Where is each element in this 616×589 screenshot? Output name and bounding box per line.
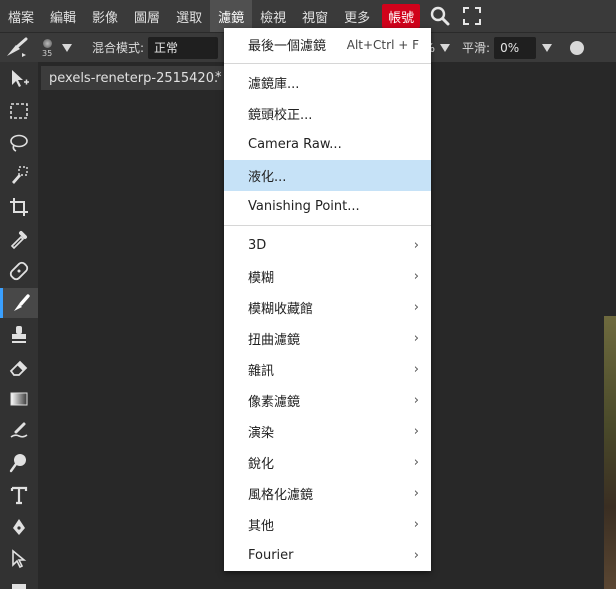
menu-item-label: 濾鏡庫...	[248, 77, 300, 92]
menu-item-label: 演染	[248, 426, 275, 441]
filter-dropdown-menu: 最後一個濾鏡 Alt+Ctrl + F 濾鏡庫... 鏡頭校正... Camer…	[224, 28, 431, 571]
chevron-right-icon: ›	[413, 548, 419, 563]
menu-item-vanishing-point[interactable]: Vanishing Point...	[224, 191, 431, 222]
document-title: pexels-reneterp-2515420.	[49, 70, 219, 86]
brush-dot	[43, 38, 52, 48]
submenu-blur[interactable]: 模糊 ›	[224, 261, 431, 292]
menu-item-label: 像素濾鏡	[248, 395, 301, 410]
chevron-right-icon: ›	[413, 455, 419, 470]
submenu-pixelate[interactable]: 像素濾鏡 ›	[224, 385, 431, 416]
eyedropper-tool-icon[interactable]	[0, 224, 38, 254]
last-filter-label: 最後一個濾鏡	[248, 39, 327, 54]
brush-preset-icon[interactable]	[0, 33, 34, 63]
submenu-render[interactable]: 演染 ›	[224, 416, 431, 447]
path-select-tool-icon[interactable]	[0, 544, 38, 574]
document-modified-marker: *	[215, 70, 222, 85]
submenu-stylize[interactable]: 風格化濾鏡 ›	[224, 478, 431, 509]
dodge-tool-icon[interactable]	[0, 448, 38, 478]
menu-item-lens-correction[interactable]: 鏡頭校正...	[224, 98, 431, 129]
menu-item-label: 模糊	[248, 271, 275, 286]
chevron-right-icon: ›	[413, 238, 419, 253]
settings-gear-icon[interactable]	[570, 40, 585, 55]
submenu-other[interactable]: 其他 ›	[224, 509, 431, 540]
menu-item-label: 鏡頭校正...	[248, 108, 313, 123]
shape-tool-icon[interactable]	[0, 574, 38, 589]
menu-item-label: 其他	[248, 519, 275, 534]
last-filter-shortcut: Alt+Ctrl + F	[346, 37, 419, 52]
menu-item-last-filter[interactable]: 最後一個濾鏡 Alt+Ctrl + F	[224, 29, 431, 60]
chevron-right-icon: ›	[413, 424, 419, 439]
menu-separator	[224, 63, 431, 64]
smoothing-field[interactable]: 0%	[494, 36, 537, 59]
menu-layer[interactable]: 圖層	[126, 0, 168, 32]
menu-select[interactable]: 選取	[168, 0, 210, 32]
opacity-dropdown-arrow[interactable]	[440, 43, 451, 52]
menu-image[interactable]: 影像	[84, 0, 126, 32]
menu-item-label: Camera Raw...	[248, 137, 342, 152]
submenu-fourier[interactable]: Fourier ›	[224, 540, 431, 571]
chevron-right-icon: ›	[413, 300, 419, 315]
blend-mode-label: 混合模式:	[92, 41, 145, 55]
submenu-blur-gallery[interactable]: 模糊收藏館 ›	[224, 292, 431, 323]
lasso-tool-icon[interactable]	[0, 128, 38, 158]
brush-size-preview[interactable]: 35	[34, 33, 62, 63]
brush-tool-icon[interactable]	[0, 288, 38, 318]
fullscreen-icon[interactable]	[456, 0, 488, 32]
menu-item-label: Vanishing Point...	[248, 199, 360, 214]
menu-item-label: 3D	[248, 238, 267, 253]
chevron-right-icon: ›	[413, 393, 419, 408]
account-button[interactable]: 帳號	[382, 4, 421, 28]
canvas-image[interactable]	[604, 316, 616, 589]
clone-stamp-tool-icon[interactable]	[0, 320, 38, 350]
marquee-tool-icon[interactable]	[0, 96, 38, 126]
smoothing-dropdown-arrow[interactable]	[542, 43, 553, 52]
chevron-right-icon: ›	[413, 269, 419, 284]
chevron-right-icon: ›	[413, 486, 419, 501]
chevron-right-icon: ›	[413, 517, 419, 532]
gradient-tool-icon[interactable]	[0, 384, 38, 414]
chevron-right-icon: ›	[413, 362, 419, 377]
eraser-tool-icon[interactable]	[0, 352, 38, 382]
brush-size-value: 35	[42, 48, 53, 58]
smudge-tool-icon[interactable]	[0, 416, 38, 446]
menu-item-camera-raw[interactable]: Camera Raw...	[224, 129, 431, 160]
brush-dropdown-arrow[interactable]	[62, 43, 72, 52]
crop-tool-icon[interactable]	[0, 192, 38, 222]
menu-item-filter-gallery[interactable]: 濾鏡庫...	[224, 67, 431, 98]
healing-brush-tool-icon[interactable]	[0, 256, 38, 286]
menu-file[interactable]: 檔案	[0, 0, 42, 32]
toolbar	[0, 62, 38, 589]
menu-item-label: 風格化濾鏡	[248, 488, 314, 503]
pen-tool-icon[interactable]	[0, 512, 38, 542]
menu-separator	[224, 225, 431, 226]
menu-item-label: 銳化	[248, 457, 275, 472]
smoothing-label: 平滑:	[462, 41, 491, 55]
quick-select-tool-icon[interactable]	[0, 160, 38, 190]
submenu-sharpen[interactable]: 銳化 ›	[224, 447, 431, 478]
document-tab[interactable]: pexels-reneterp-2515420.	[41, 66, 226, 90]
blend-mode-select[interactable]: 正常	[148, 36, 219, 59]
move-tool-icon[interactable]	[0, 64, 38, 94]
submenu-noise[interactable]: 雜訊 ›	[224, 354, 431, 385]
menu-edit[interactable]: 編輯	[42, 0, 84, 32]
type-tool-icon[interactable]	[0, 480, 38, 510]
menu-item-label: 液化...	[248, 170, 287, 185]
submenu-3d[interactable]: 3D ›	[224, 230, 431, 261]
menu-item-label: 雜訊	[248, 364, 275, 379]
menu-item-liquify[interactable]: 液化...	[224, 160, 431, 191]
menu-item-label: 扭曲濾鏡	[248, 333, 301, 348]
submenu-distort[interactable]: 扭曲濾鏡 ›	[224, 323, 431, 354]
menu-item-label: Fourier	[248, 548, 294, 563]
menu-item-label: 模糊收藏館	[248, 302, 314, 317]
chevron-right-icon: ›	[413, 331, 419, 346]
